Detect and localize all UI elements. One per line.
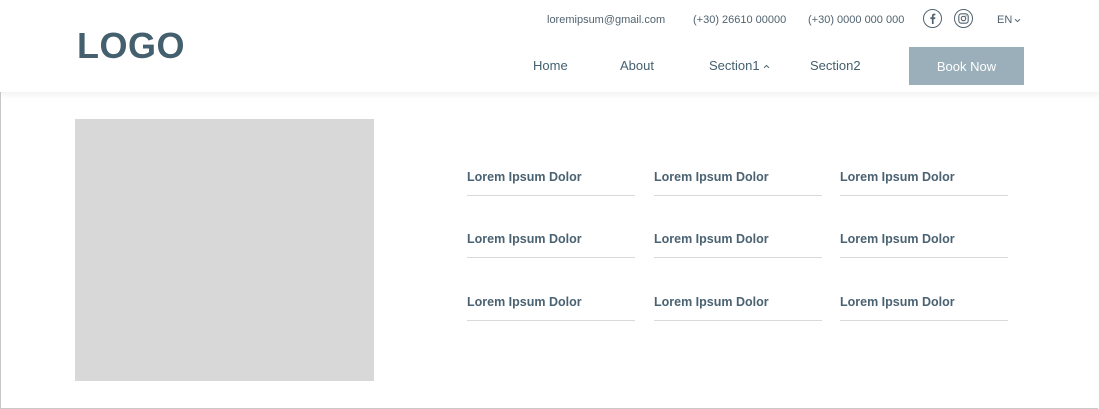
contact-phone-2[interactable]: (+30) 0000 000 000 xyxy=(808,12,904,28)
nav-section2[interactable]: Section2 xyxy=(810,58,861,74)
link-item[interactable]: Lorem Ipsum Dolor xyxy=(840,231,1008,258)
image-placeholder xyxy=(75,119,374,381)
language-label: EN xyxy=(997,14,1013,26)
book-now-button[interactable]: Book Now xyxy=(909,47,1024,85)
link-item[interactable]: Lorem Ipsum Dolor xyxy=(840,169,1008,196)
nav-home-label: Home xyxy=(533,58,568,73)
chevron-up-icon xyxy=(763,64,769,68)
link-item[interactable]: Lorem Ipsum Dolor xyxy=(654,231,822,258)
instagram-icon[interactable] xyxy=(954,9,973,28)
link-item[interactable]: Lorem Ipsum Dolor xyxy=(840,294,1008,321)
nav-about-label: About xyxy=(620,58,654,73)
nav-about[interactable]: About xyxy=(620,58,654,74)
contact-email[interactable]: loremipsum@gmail.com xyxy=(547,12,665,28)
nav-section1-label: Section1 xyxy=(709,58,760,73)
link-item[interactable]: Lorem Ipsum Dolor xyxy=(467,169,635,196)
chevron-down-icon xyxy=(1014,18,1021,22)
contact-phone-1[interactable]: (+30) 26610 00000 xyxy=(693,12,786,28)
link-item[interactable]: Lorem Ipsum Dolor xyxy=(654,294,822,321)
nav-section2-label: Section2 xyxy=(810,58,861,73)
logo[interactable]: LOGO xyxy=(77,26,185,66)
facebook-icon[interactable] xyxy=(923,9,942,28)
nav-section1[interactable]: Section1 xyxy=(709,58,770,74)
link-item[interactable]: Lorem Ipsum Dolor xyxy=(467,231,635,258)
link-item[interactable]: Lorem Ipsum Dolor xyxy=(467,294,635,321)
link-item[interactable]: Lorem Ipsum Dolor xyxy=(654,169,822,196)
nav-home[interactable]: Home xyxy=(533,58,568,74)
language-selector[interactable]: EN xyxy=(997,12,1021,28)
site-header: LOGO loremipsum@gmail.com (+30) 26610 00… xyxy=(0,0,1099,92)
